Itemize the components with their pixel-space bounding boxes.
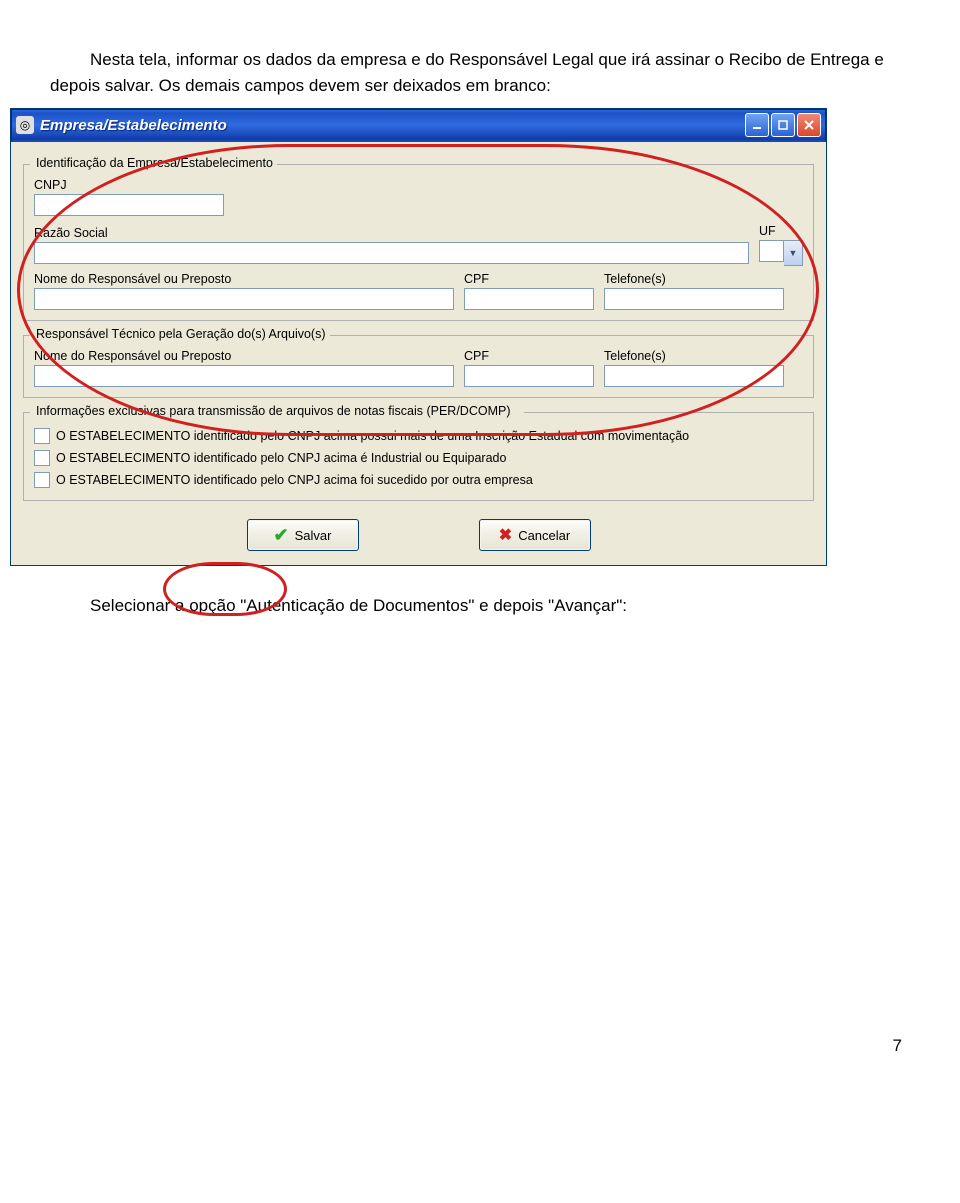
- tel2-input[interactable]: [604, 365, 784, 387]
- tel2-label: Telefone(s): [604, 349, 784, 363]
- chevron-down-icon[interactable]: ▼: [784, 240, 803, 266]
- group-title: Identificação da Empresa/Estabelecimento: [32, 156, 277, 170]
- resp2-label: Nome do Responsável ou Preposto: [34, 349, 454, 363]
- maximize-button[interactable]: [771, 113, 795, 137]
- resp-label: Nome do Responsável ou Preposto: [34, 272, 454, 286]
- x-icon: ✖: [499, 525, 512, 545]
- group-title: Informações exclusivas para transmissão …: [32, 404, 515, 418]
- instruction-text: Nesta tela, informar os dados da empresa…: [50, 47, 910, 98]
- tel-label: Telefone(s): [604, 272, 784, 286]
- cpf-input[interactable]: [464, 288, 594, 310]
- instruction-text-2: Selecionar a opção "Autenticação de Docu…: [50, 596, 960, 616]
- cpf2-label: CPF: [464, 349, 594, 363]
- resp2-input[interactable]: [34, 365, 454, 387]
- cnpj-input[interactable]: [34, 194, 224, 216]
- page-number: 7: [893, 1036, 902, 1056]
- cpf-label: CPF: [464, 272, 594, 286]
- razao-input[interactable]: [34, 242, 749, 264]
- save-label: Salvar: [295, 528, 332, 543]
- group-informacoes-transmissao: Informações exclusivas para transmissão …: [23, 412, 814, 501]
- group-responsavel-tecnico: Responsável Técnico pela Geração do(s) A…: [23, 335, 814, 398]
- cnpj-label: CNPJ: [34, 178, 224, 192]
- title-bar[interactable]: ◎ Empresa/Estabelecimento: [11, 109, 826, 142]
- tel-input[interactable]: [604, 288, 784, 310]
- checkbox-inscricao-estadual[interactable]: [34, 428, 50, 444]
- save-button[interactable]: ✔ Salvar: [247, 519, 359, 551]
- razao-label: Razão Social: [34, 226, 749, 240]
- checkbox-label: O ESTABELECIMENTO identificado pelo CNPJ…: [56, 451, 506, 465]
- checkbox-label: O ESTABELECIMENTO identificado pelo CNPJ…: [56, 429, 689, 443]
- resp-input[interactable]: [34, 288, 454, 310]
- checkbox-label: O ESTABELECIMENTO identificado pelo CNPJ…: [56, 473, 533, 487]
- app-icon: ◎: [16, 116, 34, 134]
- window-title: Empresa/Estabelecimento: [40, 117, 227, 134]
- minimize-button[interactable]: [745, 113, 769, 137]
- cpf2-input[interactable]: [464, 365, 594, 387]
- group-title: Responsável Técnico pela Geração do(s) A…: [32, 327, 330, 341]
- checkbox-industrial[interactable]: [34, 450, 50, 466]
- group-identificacao: Identificação da Empresa/Estabelecimento…: [23, 164, 814, 321]
- uf-label: UF: [759, 224, 803, 238]
- check-icon: ✔: [274, 525, 289, 546]
- cancel-button[interactable]: ✖ Cancelar: [479, 519, 591, 551]
- cancel-label: Cancelar: [518, 528, 570, 543]
- checkbox-sucedido[interactable]: [34, 472, 50, 488]
- dialog-window: ◎ Empresa/Estabelecimento I: [10, 108, 827, 566]
- close-button[interactable]: [797, 113, 821, 137]
- uf-combo[interactable]: ▼: [759, 240, 803, 264]
